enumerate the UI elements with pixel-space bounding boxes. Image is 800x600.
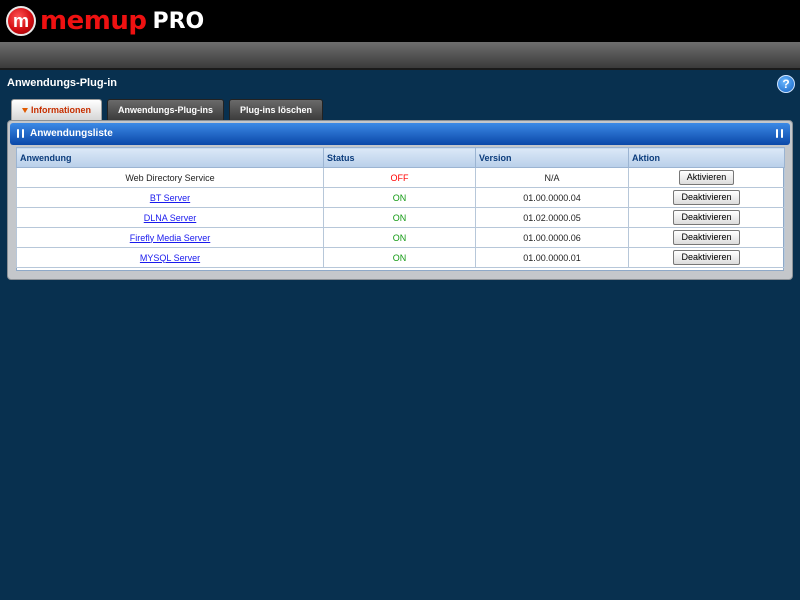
table-header-row: Anwendung Status Version Aktion [16,147,785,168]
app-action-cell: Deaktivieren [628,207,785,228]
app-name: Web Directory Service [16,167,324,188]
app-name-link[interactable]: DLNA Server [144,213,197,223]
table-row: DLNA Server ON 01.02.0000.05 Deaktiviere… [16,207,785,228]
app-action-cell: Deaktivieren [628,227,785,248]
table-row: Firefly Media Server ON 01.00.0000.06 De… [16,227,785,248]
tab-plug-ins-loeschen[interactable]: Plug-ins löschen [229,99,324,120]
tab-bar: Informationen Anwendungs-Plug-ins Plug-i… [11,99,328,120]
help-icon[interactable]: ? [777,75,795,93]
tab-label: Plug-ins löschen [240,105,313,115]
deactivate-button[interactable]: Deaktivieren [673,190,740,205]
grip-icon[interactable] [775,129,784,140]
table-row: MYSQL Server ON 01.00.0000.01 Deaktivier… [16,247,785,268]
app-version: 01.02.0000.05 [475,207,629,228]
column-header-version: Version [475,147,629,168]
app-status: ON [323,187,476,208]
panel-header: Anwendungsliste [10,123,790,145]
deactivate-button[interactable]: Deaktivieren [673,250,740,265]
column-header-anwendung: Anwendung [16,147,324,168]
app-name-cell: Firefly Media Server [16,227,324,248]
app-name-cell: DLNA Server [16,207,324,228]
tab-label: Informationen [31,105,91,115]
app-version: 01.00.0000.04 [475,187,629,208]
app-action-cell: Deaktivieren [628,187,785,208]
page-title: Anwendungs-Plug-in [7,77,117,89]
column-header-status: Status [323,147,476,168]
app-name-cell: MYSQL Server [16,247,324,268]
tab-anwendungs-plug-ins[interactable]: Anwendungs-Plug-ins [107,99,224,120]
app-name-link[interactable]: BT Server [150,193,190,203]
deactivate-button[interactable]: Deaktivieren [673,210,740,225]
deactivate-button[interactable]: Deaktivieren [673,230,740,245]
grip-icon[interactable] [16,129,25,140]
menu-bar [0,42,800,70]
application-list-panel: Anwendungsliste Anwendung Status Version… [7,120,793,280]
logo-pro: PRO [152,8,205,34]
app-name-link[interactable]: Firefly Media Server [130,233,211,243]
app-version: 01.00.0000.01 [475,247,629,268]
panel-title: Anwendungsliste [30,128,113,139]
app-status: ON [323,247,476,268]
app-name-link[interactable]: MYSQL Server [140,253,200,263]
logo-text: memup [40,6,147,36]
app-action-cell: Aktivieren [628,167,785,188]
tab-label: Anwendungs-Plug-ins [118,105,213,115]
activate-button[interactable]: Aktivieren [678,170,735,185]
application-table: Anwendung Status Version Aktion Web Dire… [16,147,785,268]
table-row: Web Directory Service OFF N/A Aktivieren [16,167,785,188]
app-action-cell: Deaktivieren [628,247,785,268]
tab-informationen[interactable]: Informationen [11,99,102,120]
app-name-cell: BT Server [16,187,324,208]
app-status: ON [323,227,476,248]
application-table-container: Anwendung Status Version Aktion Web Dire… [16,147,785,271]
column-header-aktion: Aktion [628,147,785,168]
top-bar: m memup PRO [0,0,800,42]
logo-badge-icon: m [6,6,36,36]
app-version: 01.00.0000.06 [475,227,629,248]
arrow-down-icon [22,108,28,114]
brand-logo: m memup PRO [6,4,204,38]
app-status: OFF [323,167,476,188]
app-status: ON [323,207,476,228]
app-version: N/A [475,167,629,188]
table-row: BT Server ON 01.00.0000.04 Deaktivieren [16,187,785,208]
